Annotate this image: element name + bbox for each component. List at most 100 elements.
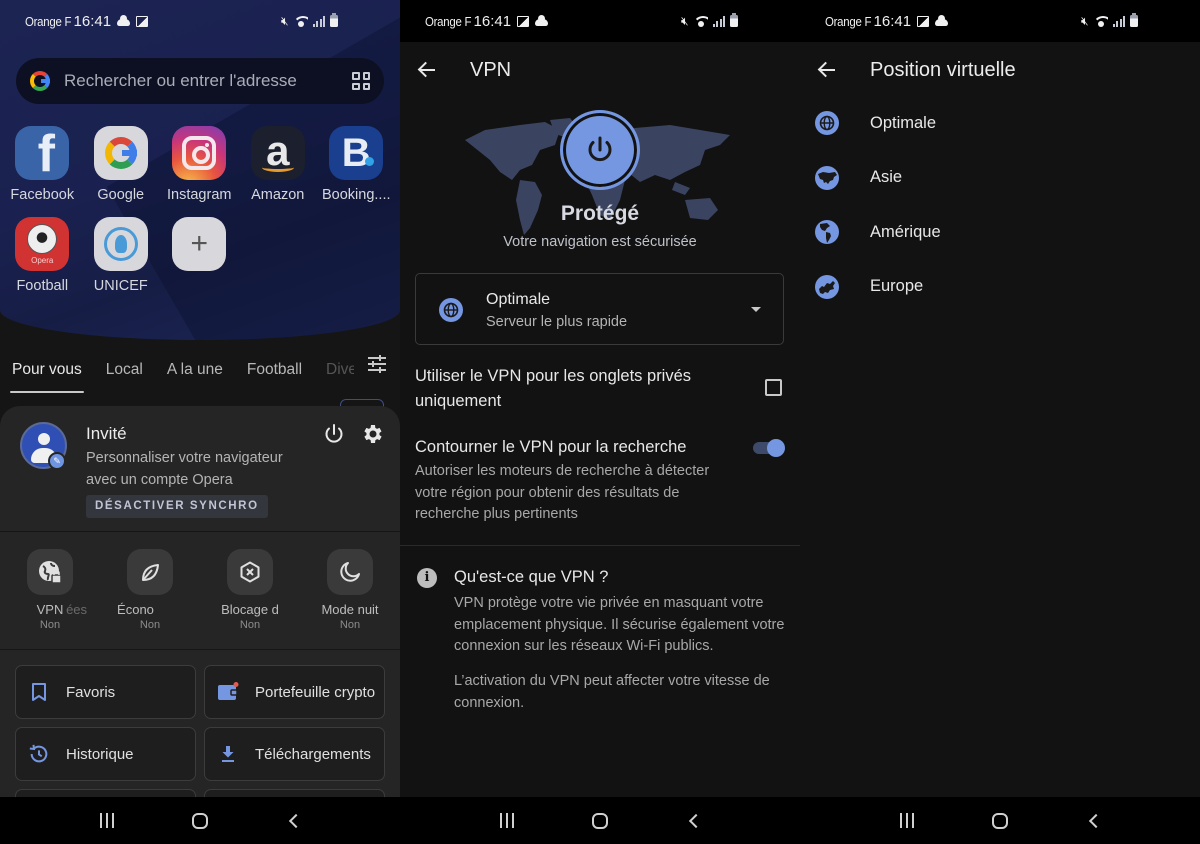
clock: 16:41 [73, 12, 112, 30]
region-europe[interactable]: Europe [800, 260, 1200, 315]
region-asie[interactable]: Asie [800, 151, 1200, 206]
region-amerique[interactable]: Amérique [800, 205, 1200, 260]
crypto-wallet-button[interactable]: Portefeuille crypto [204, 665, 385, 719]
cloud-icon [117, 14, 131, 26]
battery-icon [730, 13, 738, 27]
add-icon: + [172, 217, 227, 271]
google-icon [93, 126, 148, 180]
speed-dial-label: UNICEF [93, 278, 148, 294]
disable-sync-button[interactable]: DÉSACTIVER SYNCHRO [86, 495, 268, 518]
region-label: Amérique [870, 222, 941, 241]
wifi-icon [293, 15, 308, 27]
profile-name: Invité [86, 424, 127, 443]
favorites-button[interactable]: Favoris [15, 665, 196, 719]
tile-label: Portefeuille crypto [255, 683, 376, 701]
tab-local[interactable]: Local [106, 355, 143, 385]
google-logo-icon [30, 71, 50, 91]
quick-action-vpn[interactable]: VPN Non [0, 549, 100, 631]
info-icon: i [417, 568, 437, 588]
status-bar: Orange F 16:41 🔇︎ [0, 0, 400, 42]
status-bar: Orange F 16:41 🔇︎ [800, 0, 1200, 42]
virtual-location-select[interactable]: Optimale Serveur le plus rapide [415, 273, 784, 345]
unicef-icon [93, 217, 148, 271]
bypass-search-toggle[interactable] [751, 439, 785, 457]
home-button[interactable] [180, 806, 220, 836]
home-icon [591, 812, 608, 829]
quick-action-label: VPN [36, 602, 64, 617]
speed-dial-label: Facebook [10, 187, 75, 203]
quick-action-night-mode[interactable]: Mode nuit Non [300, 549, 400, 631]
tab-football[interactable]: Football [247, 355, 302, 385]
download-icon [217, 743, 239, 765]
recent-apps-button[interactable] [487, 806, 527, 836]
add-speed-dial-button[interactable]: + [160, 217, 239, 294]
private-tabs-only-setting: Utiliser le VPN pour les onglets privés … [415, 364, 785, 414]
speed-dial-unicef[interactable]: UNICEF [82, 217, 161, 294]
browser-home-screen: Orange F 16:41 🔇︎ Rechercher ou entrer l… [0, 0, 400, 844]
back-arrow-icon[interactable] [416, 58, 440, 82]
vpn-power-toggle[interactable] [560, 110, 640, 190]
tab-pour-vous[interactable]: Pour vous [10, 355, 84, 393]
back-button[interactable] [273, 806, 313, 836]
region-label: Optimale [870, 113, 937, 132]
speed-dial-football[interactable]: Opera Football [3, 217, 82, 294]
quick-action-label: ées Écono [66, 602, 154, 617]
settings-gear-icon[interactable] [360, 422, 384, 446]
history-button[interactable]: Historique [15, 727, 196, 781]
region-optimale[interactable]: Optimale [800, 96, 1200, 151]
cloud-icon [535, 14, 549, 26]
signal-icon [1112, 15, 1125, 27]
speed-dial-facebook[interactable]: f Facebook [3, 126, 82, 203]
vpn-status-label: Protégé [560, 202, 640, 225]
asia-map-icon [815, 165, 839, 190]
image-icon [517, 15, 530, 27]
main-menu-sheet: ✎ Invité Personnaliser votre navigateur … [0, 406, 400, 843]
globe-icon [815, 111, 839, 136]
info-title: Qu'est-ce que VPN ? [454, 568, 609, 586]
location-subtitle: Serveur le plus rapide [486, 314, 628, 330]
speed-dial-booking[interactable]: B Booking.... [317, 126, 396, 203]
edit-pencil-icon[interactable]: ✎ [48, 452, 66, 470]
app-bar: Position virtuelle [800, 42, 1200, 98]
region-label: Asie [870, 168, 903, 187]
carrier-name: Orange F [825, 13, 872, 29]
vpn-globe-lock-icon [27, 549, 73, 595]
tab-divers[interactable]: Dive [326, 355, 354, 385]
divider [0, 649, 400, 650]
page-title: Position virtuelle [870, 58, 1016, 81]
signal-icon [712, 15, 725, 27]
wifi-icon [693, 15, 708, 27]
back-arrow-icon[interactable] [816, 58, 840, 82]
battery-icon [1130, 13, 1138, 27]
wallet-icon [217, 681, 239, 703]
qr-code-icon[interactable] [352, 72, 370, 90]
setting-title: Utiliser le VPN pour les onglets privés … [415, 367, 692, 410]
speed-dial-google[interactable]: Google [82, 126, 161, 203]
home-button[interactable] [980, 806, 1020, 836]
quick-action-ad-block[interactable]: Blocage d Non [200, 549, 300, 631]
back-icon [289, 813, 304, 828]
back-button[interactable] [673, 806, 713, 836]
exit-power-icon[interactable] [322, 422, 346, 446]
speed-dial-amazon[interactable]: a Amazon [239, 126, 318, 203]
status-bar: Orange F 16:41 🔇︎ [400, 0, 800, 42]
feed-settings-icon[interactable] [368, 355, 386, 373]
recent-apps-button[interactable] [887, 806, 927, 836]
clock: 16:41 [873, 12, 912, 30]
setting-description: Autoriser les moteurs de recherche à dét… [415, 463, 710, 522]
mute-icon: 🔇︎ [280, 13, 289, 28]
recent-apps-button[interactable] [87, 806, 127, 836]
europe-map-icon [815, 274, 839, 299]
private-tabs-only-checkbox[interactable] [765, 379, 782, 396]
search-input[interactable]: Rechercher ou entrer l'adresse [16, 58, 384, 104]
america-map-icon [815, 220, 839, 245]
tab-a-la-une[interactable]: A la une [167, 355, 223, 385]
speed-dial-instagram[interactable]: Instagram [160, 126, 239, 203]
back-icon [1089, 813, 1104, 828]
home-button[interactable] [580, 806, 620, 836]
location-title: Optimale [486, 291, 551, 308]
quick-action-data-saver[interactable]: ées Écono Non [66, 549, 200, 631]
feed-tabs: Pour vous Local A la une Football Dive [0, 350, 400, 393]
downloads-button[interactable]: Téléchargements [204, 727, 385, 781]
back-button[interactable] [1073, 806, 1113, 836]
